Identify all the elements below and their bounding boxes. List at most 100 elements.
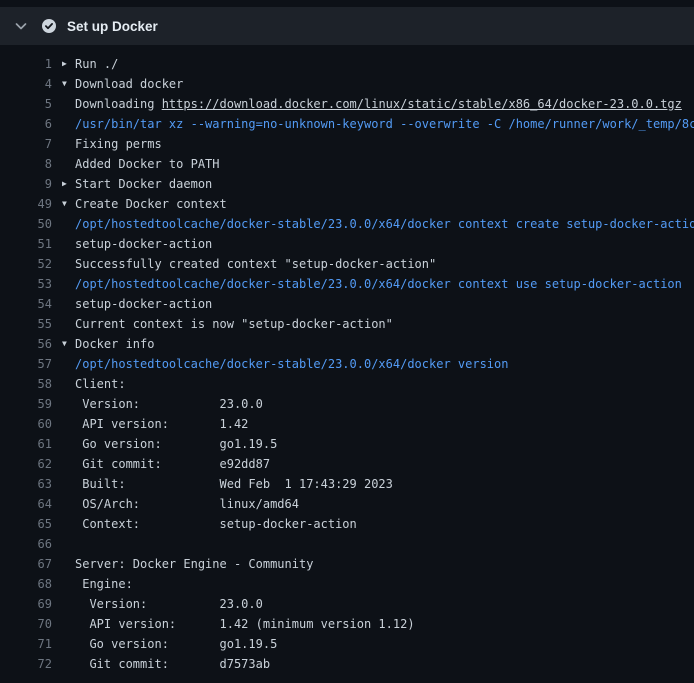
log-line: 69 Version: 23.0.0 — [0, 594, 694, 614]
group-title: Docker info — [75, 337, 154, 351]
log-text: Built: Wed Feb 1 17:43:29 2023 — [75, 474, 393, 494]
log-text: Git commit: e92dd87 — [75, 454, 270, 474]
line-number[interactable]: 50 — [0, 214, 52, 234]
log-line: 64 OS/Arch: linux/amd64 — [0, 494, 694, 514]
line-number[interactable]: 55 — [0, 314, 52, 334]
line-number[interactable]: 56 — [0, 334, 52, 354]
line-number[interactable]: 72 — [0, 654, 52, 674]
group-title: Create Docker context — [75, 197, 227, 211]
log-lines: 1▶Run ./4▼Download docker5Downloading ht… — [0, 54, 694, 674]
log-line: 56 ▼ Docker info — [0, 334, 694, 354]
log-command: /opt/hostedtoolcache/docker-stable/23.0.… — [75, 274, 682, 294]
log-command: /opt/hostedtoolcache/docker-stable/23.0.… — [75, 214, 694, 234]
line-number[interactable]: 58 — [0, 374, 52, 394]
log-line: 55 Current context is now "setup-docker-a… — [0, 314, 694, 334]
log-text: Current context is now "setup-docker-act… — [75, 314, 393, 334]
chevron-right-icon: ▶ — [62, 54, 71, 74]
log-text: Go version: go1.19.5 — [75, 634, 277, 654]
group-toggle[interactable]: ▼ Docker info — [62, 334, 154, 354]
log-line: 8 Added Docker to PATH — [0, 154, 694, 174]
line-number[interactable]: 4 — [0, 74, 52, 94]
log-line: 61 Go version: go1.19.5 — [0, 434, 694, 454]
line-number[interactable]: 69 — [0, 594, 52, 614]
log-text: Client: — [75, 374, 126, 394]
log-line: 71 Go version: go1.19.5 — [0, 634, 694, 654]
line-number[interactable]: 64 — [0, 494, 52, 514]
line-number[interactable]: 9 — [0, 174, 52, 194]
group-toggle[interactable]: ▶ Start Docker daemon — [62, 174, 212, 194]
group-toggle[interactable]: ▶ Run ./ — [62, 54, 118, 74]
log-line: 50/opt/hostedtoolcache/docker-stable/23.… — [0, 214, 694, 234]
line-number[interactable]: 62 — [0, 454, 52, 474]
log-command: /opt/hostedtoolcache/docker-stable/23.0.… — [75, 354, 508, 374]
group-toggle[interactable]: ▼Download docker — [62, 74, 183, 94]
line-number[interactable]: 53 — [0, 274, 52, 294]
line-number[interactable]: 70 — [0, 614, 52, 634]
log-line: 51 setup-docker-action — [0, 234, 694, 254]
line-number[interactable]: 52 — [0, 254, 52, 274]
log-line: 6/usr/bin/tar xz --warning=no-unknown-ke… — [0, 114, 694, 134]
line-number[interactable]: 68 — [0, 574, 52, 594]
log-line: 5 Downloading https://download.docker.com… — [0, 94, 694, 114]
log-command: /usr/bin/tar xz --warning=no-unknown-key… — [75, 114, 694, 134]
line-number[interactable]: 54 — [0, 294, 52, 314]
group-title: Start Docker daemon — [75, 177, 212, 191]
log-line: 66 — [0, 534, 694, 554]
log-link[interactable]: https://download.docker.com/linux/static… — [162, 97, 682, 111]
log-line: 59 Version: 23.0.0 — [0, 394, 694, 414]
line-number[interactable]: 7 — [0, 134, 52, 154]
log-text: setup-docker-action — [75, 234, 212, 254]
line-number[interactable]: 49 — [0, 194, 52, 214]
log-line: 60 API version: 1.42 — [0, 414, 694, 434]
log-text: API version: 1.42 (minimum version 1.12) — [75, 614, 415, 634]
log-line: 54 setup-docker-action — [0, 294, 694, 314]
line-number[interactable]: 63 — [0, 474, 52, 494]
log-text: Engine: — [75, 574, 133, 594]
log-container: 1▶Run ./4▼Download docker5Downloading ht… — [0, 45, 694, 674]
log-line: 52 Successfully created context "setup-do… — [0, 254, 694, 274]
chevron-down-icon[interactable] — [13, 18, 29, 34]
log-text: Version: 23.0.0 — [75, 594, 263, 614]
log-line: 1 ▶ Run ./ — [0, 54, 694, 74]
line-number[interactable]: 61 — [0, 434, 52, 454]
log-line: 63 Built: Wed Feb 1 17:43:29 2023 — [0, 474, 694, 494]
log-text-prefix: Downloading — [75, 97, 162, 111]
step-header[interactable]: Set up Docker — [0, 7, 694, 45]
log-text: Context: setup-docker-action — [75, 514, 357, 534]
log-text: setup-docker-action — [75, 294, 212, 314]
line-number[interactable]: 57 — [0, 354, 52, 374]
group-title: Download docker — [75, 77, 183, 91]
log-line: 68 Engine: — [0, 574, 694, 594]
log-text: Version: 23.0.0 — [75, 394, 263, 414]
line-number[interactable]: 66 — [0, 534, 52, 554]
line-number[interactable]: 8 — [0, 154, 52, 174]
line-number[interactable]: 67 — [0, 554, 52, 574]
log-line: 49 ▼Create Docker context — [0, 194, 694, 214]
log-text: Downloading https://download.docker.com/… — [75, 94, 682, 114]
line-number[interactable]: 1 — [0, 54, 52, 74]
line-number[interactable]: 5 — [0, 94, 52, 114]
log-line: 57/opt/hostedtoolcache/docker-stable/23.… — [0, 354, 694, 374]
group-toggle[interactable]: ▼Create Docker context — [62, 194, 227, 214]
line-number[interactable]: 71 — [0, 634, 52, 654]
log-line: 53/opt/hostedtoolcache/docker-stable/23.… — [0, 274, 694, 294]
log-text: Successfully created context "setup-dock… — [75, 254, 436, 274]
log-line: 65 Context: setup-docker-action — [0, 514, 694, 534]
group-title: Run ./ — [75, 57, 118, 71]
log-line: 70 API version: 1.42 (minimum version 1.… — [0, 614, 694, 634]
log-text: Git commit: d7573ab — [75, 654, 270, 674]
log-text: Server: Docker Engine - Community — [75, 554, 313, 574]
log-text: OS/Arch: linux/amd64 — [75, 494, 299, 514]
log-line: 67 Server: Docker Engine - Community — [0, 554, 694, 574]
line-number[interactable]: 65 — [0, 514, 52, 534]
check-circle-icon — [41, 18, 57, 34]
log-text: Fixing perms — [75, 134, 162, 154]
chevron-right-icon: ▶ — [62, 174, 71, 194]
line-number[interactable]: 6 — [0, 114, 52, 134]
line-number[interactable]: 59 — [0, 394, 52, 414]
step-title: Set up Docker — [67, 19, 158, 34]
chevron-down-icon: ▼ — [62, 334, 71, 354]
line-number[interactable]: 60 — [0, 414, 52, 434]
line-number[interactable]: 51 — [0, 234, 52, 254]
log-text: Added Docker to PATH — [75, 154, 220, 174]
